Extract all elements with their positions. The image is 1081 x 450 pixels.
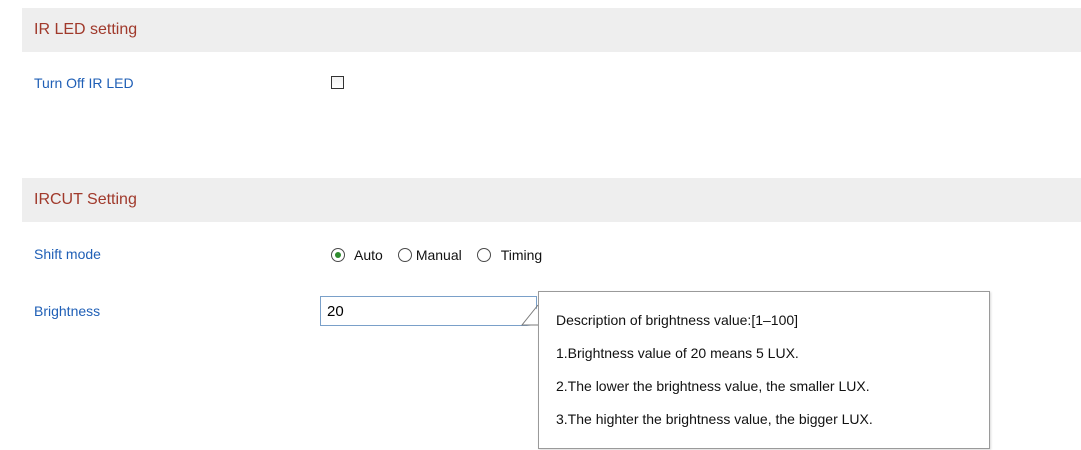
turn-off-ir-led-label: Turn Off IR LED: [34, 75, 134, 91]
brightness-description-tooltip: Description of brightness value:[1–100] …: [538, 291, 990, 449]
ir-settings-page: IR LED setting Turn Off IR LED IRCUT Set…: [0, 0, 1081, 450]
shift-mode-label: Shift mode: [34, 246, 101, 262]
shift-mode-auto-label[interactable]: Auto: [354, 247, 383, 263]
shift-mode-timing-radio[interactable]: [476, 248, 491, 262]
tooltip-line-2: 2.The lower the brightness value, the sm…: [556, 378, 870, 394]
turn-off-ir-led-checkbox[interactable]: [331, 76, 344, 89]
shift-mode-manual-label[interactable]: Manual: [416, 247, 462, 263]
tooltip-line-3: 3.The highter the brightness value, the …: [556, 411, 873, 427]
shift-mode-radio-group: Auto Manual Timing: [329, 246, 542, 264]
shift-mode-auto-radio[interactable]: [331, 248, 345, 262]
tooltip-line-description: Description of brightness value:[1–100]: [556, 312, 799, 328]
shift-mode-timing-label[interactable]: Timing: [501, 247, 543, 263]
ircut-section-header: IRCUT Setting: [22, 178, 1081, 222]
tooltip-pointer-icon: [520, 304, 540, 327]
brightness-input[interactable]: [320, 296, 537, 326]
tooltip-line-1: 1.Brightness value of 20 means 5 LUX.: [556, 345, 799, 361]
ir-led-section-header: IR LED setting: [22, 8, 1081, 52]
brightness-label: Brightness: [34, 303, 101, 319]
shift-mode-manual-radio[interactable]: [397, 248, 412, 262]
